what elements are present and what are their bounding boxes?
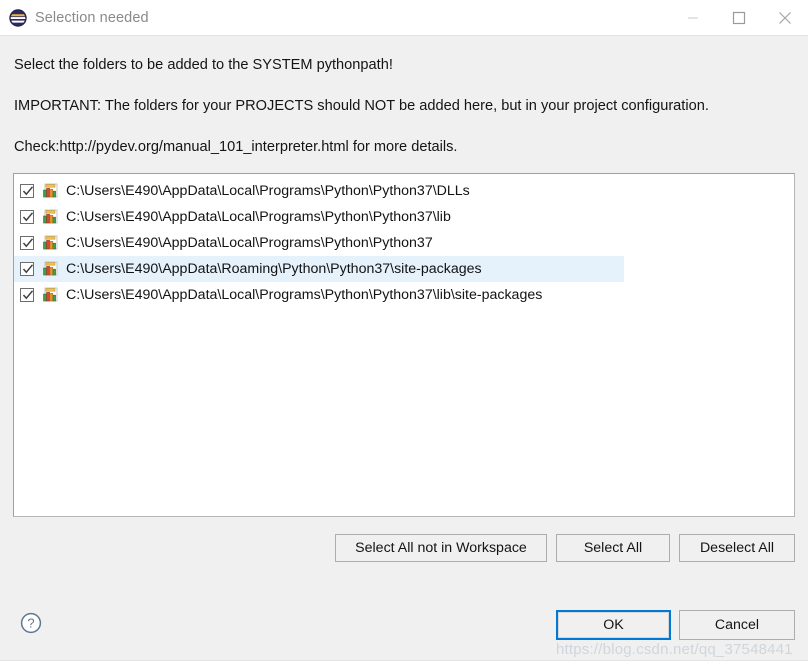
- instruction-line-3: Check:http://pydev.org/manual_101_interp…: [14, 139, 458, 155]
- ok-button[interactable]: OK: [558, 612, 669, 638]
- row-checkbox[interactable]: [20, 236, 34, 250]
- window-bottom-edge: [0, 660, 808, 664]
- window-controls: [670, 0, 808, 36]
- select-all-button[interactable]: Select All: [556, 534, 670, 562]
- library-folder-icon: [42, 183, 59, 199]
- row-checkbox[interactable]: [20, 184, 34, 198]
- instruction-line-2: IMPORTANT: The folders for your PROJECTS…: [14, 98, 709, 114]
- library-folder-icon: [42, 287, 59, 303]
- title-bar: Selection needed: [0, 0, 808, 36]
- list-item-label: C:\Users\E490\AppData\Local\Programs\Pyt…: [66, 209, 451, 225]
- maximize-icon[interactable]: [716, 0, 762, 36]
- cancel-button[interactable]: Cancel: [679, 610, 795, 640]
- titlebar-divider: [0, 35, 808, 36]
- instruction-line-1: Select the folders to be added to the SY…: [14, 57, 393, 73]
- folder-list[interactable]: C:\Users\E490\AppData\Local\Programs\Pyt…: [13, 173, 795, 517]
- close-icon[interactable]: [762, 0, 808, 36]
- list-item-label: C:\Users\E490\AppData\Roaming\Python\Pyt…: [66, 261, 482, 277]
- ok-button-focus-ring: OK: [556, 610, 671, 640]
- watermark-text: https://blog.csdn.net/qq_37548441: [556, 641, 793, 658]
- list-item[interactable]: C:\Users\E490\AppData\Roaming\Python\Pyt…: [14, 256, 624, 282]
- library-folder-icon: [42, 235, 59, 251]
- list-item[interactable]: C:\Users\E490\AppData\Local\Programs\Pyt…: [14, 282, 624, 308]
- eclipse-icon: [9, 9, 27, 27]
- deselect-all-button[interactable]: Deselect All: [679, 534, 795, 562]
- row-checkbox[interactable]: [20, 288, 34, 302]
- row-checkbox[interactable]: [20, 210, 34, 224]
- instruction-block: Select the folders to be added to the SY…: [14, 52, 800, 157]
- list-item[interactable]: C:\Users\E490\AppData\Local\Programs\Pyt…: [14, 204, 624, 230]
- row-checkbox[interactable]: [20, 262, 34, 276]
- select-all-not-in-workspace-button[interactable]: Select All not in Workspace: [335, 534, 547, 562]
- library-folder-icon: [42, 261, 59, 277]
- list-item[interactable]: C:\Users\E490\AppData\Local\Programs\Pyt…: [14, 178, 624, 204]
- svg-text:?: ?: [27, 616, 34, 631]
- list-item-label: C:\Users\E490\AppData\Local\Programs\Pyt…: [66, 287, 543, 303]
- list-item-label: C:\Users\E490\AppData\Local\Programs\Pyt…: [66, 183, 470, 199]
- list-item-label: C:\Users\E490\AppData\Local\Programs\Pyt…: [66, 235, 433, 251]
- help-icon[interactable]: ?: [20, 612, 42, 634]
- window-title: Selection needed: [35, 10, 149, 26]
- list-item[interactable]: C:\Users\E490\AppData\Local\Programs\Pyt…: [14, 230, 624, 256]
- minimize-icon[interactable]: [670, 0, 716, 36]
- library-folder-icon: [42, 209, 59, 225]
